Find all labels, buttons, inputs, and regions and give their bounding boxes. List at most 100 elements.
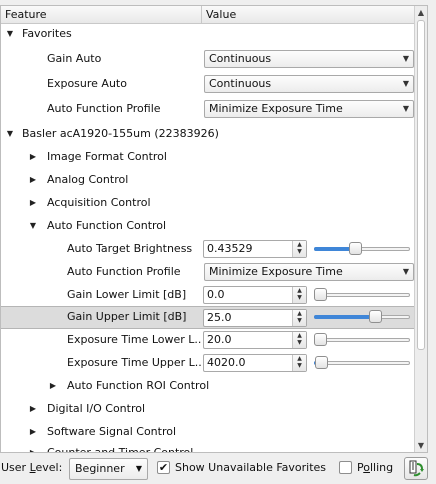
triangle-right-icon[interactable]: ▶ [28, 398, 38, 420]
exposure-time-upper-spinbox[interactable]: 4020.0 ▲ ▼ [203, 354, 307, 372]
tree-row-roi-control[interactable]: ▶ Auto Function ROI Control [1, 375, 415, 397]
header-value[interactable]: Value [201, 6, 236, 23]
exposure-time-lower-label: Exposure Time Lower L.. [67, 333, 202, 346]
slider-handle[interactable] [315, 356, 328, 369]
chevron-down-icon: ▼ [402, 54, 409, 63]
tree-row-auto-function-control[interactable]: ▼ Auto Function Control [1, 215, 415, 237]
fav-auto-function-profile-select[interactable]: Minimize Exposure Time ▼ [204, 100, 414, 118]
scroll-up-icon[interactable]: ▲ [415, 6, 427, 19]
chevron-down-icon: ▼ [402, 79, 409, 88]
spin-arrows-icon[interactable]: ▲ ▼ [292, 287, 306, 303]
feature-tree[interactable]: Feature Value ▼ Favorites Gain Auto Cont… [0, 5, 428, 453]
chevron-down-icon: ▼ [402, 104, 409, 113]
chevron-down-icon: ▼ [135, 464, 142, 473]
polling-label: Polling [357, 461, 394, 474]
gain-upper-limit-spinbox[interactable]: 25.0 ▲ ▼ [203, 309, 307, 327]
exposure-auto-select[interactable]: Continuous ▼ [204, 75, 414, 93]
auto-target-brightness-slider[interactable] [314, 241, 410, 257]
auto-function-profile-select[interactable]: Minimize Exposure Time ▼ [204, 263, 414, 281]
refresh-icon [409, 460, 424, 477]
exposure-auto-label: Exposure Auto [47, 77, 127, 90]
tree-row-exposure-time-upper[interactable]: Exposure Time Upper L.. 4020.0 ▲ ▼ [1, 352, 415, 374]
software-signal-control-label: Software Signal Control [47, 425, 177, 438]
vertical-scrollbar[interactable]: ▲ ▼ [414, 6, 427, 452]
triangle-down-icon[interactable]: ▼ [28, 215, 38, 237]
triangle-right-icon[interactable]: ▶ [28, 146, 38, 168]
exposure-time-lower-spinbox[interactable]: 20.0 ▲ ▼ [203, 331, 307, 349]
tree-row-software-signal-control[interactable]: ▶ Software Signal Control [1, 421, 415, 443]
header-feature[interactable]: Feature [5, 8, 47, 21]
tree-row-analog-control[interactable]: ▶ Analog Control [1, 169, 415, 191]
show-unavailable-label: Show Unavailable Favorites [175, 461, 327, 474]
tree-row-acquisition-control[interactable]: ▶ Acquisition Control [1, 192, 415, 214]
slider-handle[interactable] [314, 288, 327, 301]
bottom-toolbar: User Level: Beginner ▼ ✔ Show Unavailabl… [0, 456, 436, 484]
roi-control-label: Auto Function ROI Control [67, 379, 210, 392]
tree-row-gain-upper-limit[interactable]: Gain Upper Limit [dB] 25.0 ▲ ▼ [1, 306, 415, 329]
exposure-auto-value: Continuous [209, 77, 272, 90]
triangle-right-icon[interactable]: ▶ [48, 375, 58, 397]
exposure-time-upper-label: Exposure Time Upper L.. [67, 356, 202, 369]
gain-upper-limit-value: 25.0 [207, 311, 232, 324]
gain-upper-limit-slider[interactable] [314, 309, 410, 325]
tree-row-fav-auto-function-profile[interactable]: Auto Function Profile Minimize Exposure … [1, 98, 415, 120]
triangle-right-icon[interactable]: ▶ [28, 169, 38, 191]
slider-handle[interactable] [314, 333, 327, 346]
tree-row-exposure-time-lower[interactable]: Exposure Time Lower L.. 20.0 ▲ ▼ [1, 329, 415, 351]
user-level-value: Beginner [75, 462, 125, 475]
auto-function-profile-label: Auto Function Profile [67, 265, 181, 278]
tree-row-auto-function-profile[interactable]: Auto Function Profile Minimize Exposure … [1, 261, 415, 283]
gain-lower-limit-slider[interactable] [314, 287, 410, 303]
gain-lower-limit-spinbox[interactable]: 0.0 ▲ ▼ [203, 286, 307, 304]
exposure-time-upper-slider[interactable] [314, 355, 410, 371]
auto-target-brightness-spinbox[interactable]: 0.43529 ▲ ▼ [203, 240, 307, 258]
triangle-right-icon[interactable]: ▶ [28, 421, 38, 443]
fav-auto-function-profile-value: Minimize Exposure Time [209, 102, 343, 115]
tree-row-image-format-control[interactable]: ▶ Image Format Control [1, 146, 415, 168]
gain-upper-limit-label: Gain Upper Limit [dB] [67, 310, 187, 323]
scroll-down-icon[interactable]: ▼ [415, 439, 427, 452]
spin-arrows-icon[interactable]: ▲ ▼ [292, 355, 306, 371]
counter-timer-control-label: Counter and Timer Control [47, 446, 194, 453]
slider-handle[interactable] [369, 310, 382, 323]
triangle-right-icon[interactable]: ▶ [28, 442, 38, 452]
auto-function-profile-value: Minimize Exposure Time [209, 265, 343, 278]
analog-control-label: Analog Control [47, 173, 129, 186]
spin-arrows-icon[interactable]: ▲ ▼ [292, 310, 306, 326]
acquisition-control-label: Acquisition Control [47, 196, 151, 209]
auto-target-brightness-label: Auto Target Brightness [67, 242, 193, 255]
user-level-select[interactable]: Beginner ▼ [69, 458, 148, 480]
gain-lower-limit-value: 0.0 [207, 288, 225, 301]
auto-function-control-label: Auto Function Control [47, 219, 167, 232]
user-level-label: User Level: [1, 461, 63, 474]
triangle-down-icon[interactable]: ▼ [5, 123, 15, 145]
gain-auto-select[interactable]: Continuous ▼ [204, 50, 414, 68]
tree-row-digital-io-control[interactable]: ▶ Digital I/O Control [1, 398, 415, 420]
show-unavailable-checkbox[interactable]: ✔ [157, 461, 170, 474]
tree-row-exposure-auto[interactable]: Exposure Auto Continuous ▼ [1, 73, 415, 95]
spin-arrows-icon[interactable]: ▲ ▼ [292, 241, 306, 257]
slider-handle[interactable] [349, 242, 362, 255]
exposure-time-lower-slider[interactable] [314, 332, 410, 348]
triangle-down-icon[interactable]: ▼ [5, 23, 15, 45]
spin-arrows-icon[interactable]: ▲ ▼ [292, 332, 306, 348]
tree-row-gain-lower-limit[interactable]: Gain Lower Limit [dB] 0.0 ▲ ▼ [1, 284, 415, 306]
image-format-control-label: Image Format Control [47, 150, 167, 163]
scrollbar-thumb[interactable] [417, 20, 425, 350]
tree-row-auto-target-brightness[interactable]: Auto Target Brightness 0.43529 ▲ ▼ [1, 238, 415, 260]
exposure-time-upper-value: 4020.0 [207, 356, 246, 369]
tree-row-favorites[interactable]: ▼ Favorites [1, 23, 415, 45]
polling-checkbox[interactable] [339, 461, 352, 474]
tree-row-device[interactable]: ▼ Basler acA1920-155um (22383926) [1, 123, 415, 145]
fav-auto-function-profile-label: Auto Function Profile [47, 102, 161, 115]
tree-row-gain-auto[interactable]: Gain Auto Continuous ▼ [1, 48, 415, 70]
refresh-button[interactable] [404, 457, 428, 480]
gain-auto-label: Gain Auto [47, 52, 102, 65]
gain-auto-value: Continuous [209, 52, 272, 65]
triangle-right-icon[interactable]: ▶ [28, 192, 38, 214]
chevron-down-icon: ▼ [402, 267, 409, 276]
auto-target-brightness-value: 0.43529 [207, 242, 253, 255]
tree-row-counter-timer-control[interactable]: ▶ Counter and Timer Control [1, 442, 415, 453]
favorites-label: Favorites [22, 27, 72, 40]
device-label: Basler acA1920-155um (22383926) [22, 127, 219, 140]
